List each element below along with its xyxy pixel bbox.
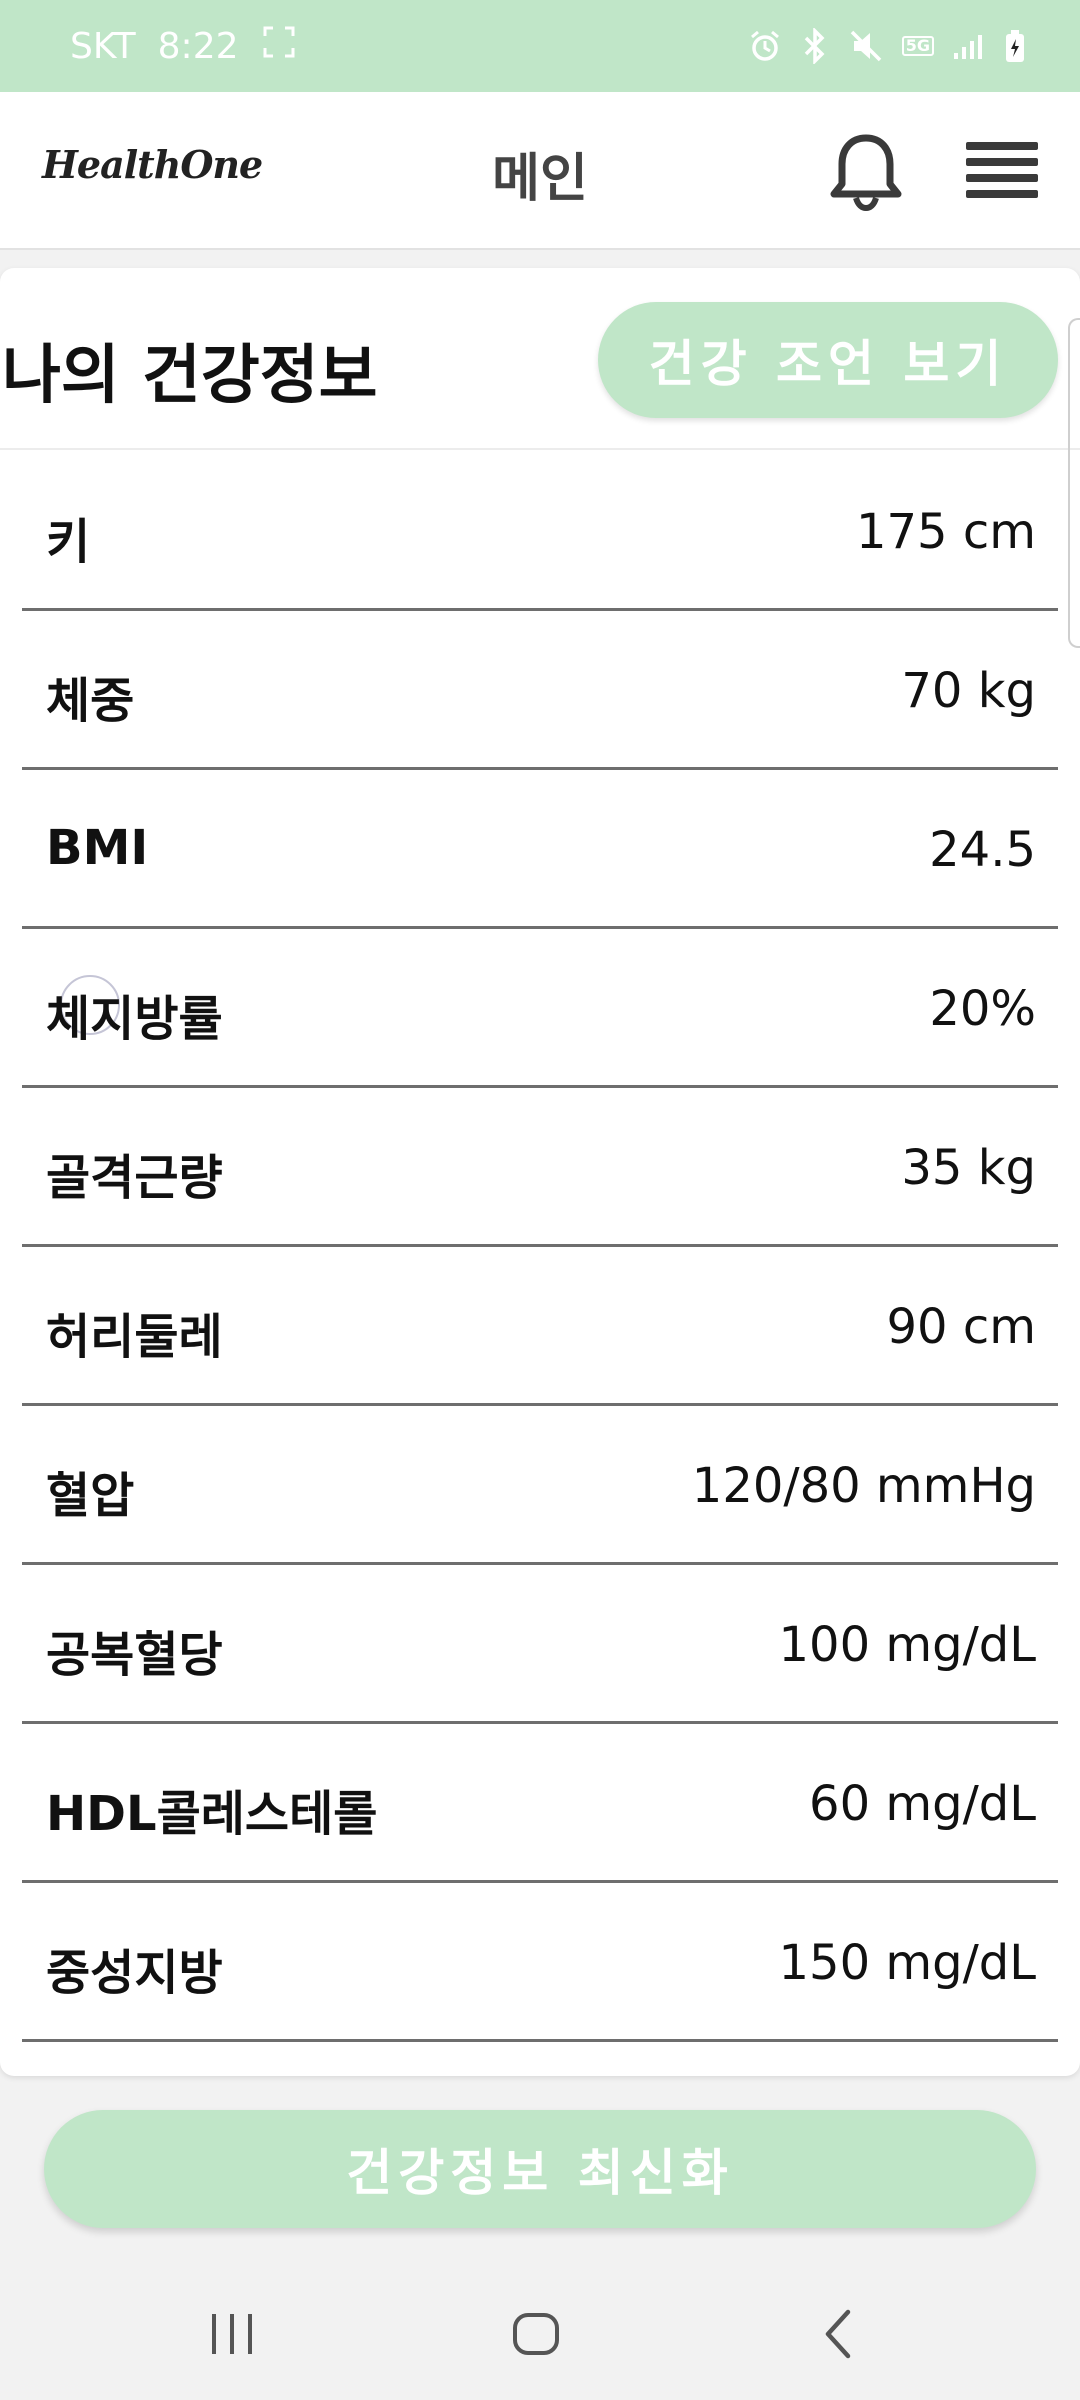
info-value: 60 mg/dL (809, 1776, 1036, 1832)
alarm-icon (748, 29, 782, 63)
info-row-blood-pressure[interactable]: 혈압 120/80 mmHg (22, 1406, 1058, 1565)
back-icon[interactable] (810, 2304, 870, 2364)
menu-line (966, 190, 1038, 198)
info-label: 체중 (46, 673, 135, 729)
bell-icon[interactable] (828, 132, 904, 212)
status-left: SKT 8:22 (70, 24, 297, 69)
screenshot-icon (261, 24, 297, 69)
home-icon[interactable] (506, 2304, 566, 2364)
info-value: 24.5 (929, 822, 1036, 878)
card-header: 나의 건강정보 건강 조언 보기 (0, 268, 1080, 648)
bluetooth-icon (800, 28, 830, 64)
network-5g-icon: 5G (901, 36, 934, 56)
info-row-bmi[interactable]: BMI 24.5 (22, 770, 1058, 929)
status-right: 5G (748, 28, 1026, 64)
health-advice-button[interactable]: 건강 조언 보기 (598, 302, 1058, 418)
info-row-fasting-glucose[interactable]: 공복혈당 100 mg/dL (22, 1565, 1058, 1724)
page-title: 메인 (492, 149, 588, 209)
info-row-triglyceride[interactable]: 중성지방 150 mg/dL (22, 1883, 1058, 2042)
info-value: 120/80 mmHg (691, 1458, 1036, 1514)
battery-icon (1004, 28, 1026, 64)
info-label: HDL콜레스테롤 (46, 1786, 378, 1842)
info-row-waist[interactable]: 허리둘레 90 cm (22, 1247, 1058, 1406)
mute-icon (848, 28, 884, 64)
recent-apps-icon[interactable] (202, 2304, 262, 2364)
info-label: 허리둘레 (46, 1309, 223, 1365)
info-row-hdl[interactable]: HDL콜레스테롤 60 mg/dL (22, 1724, 1058, 1883)
info-row-height[interactable]: 키 175 cm (22, 452, 1058, 611)
clock: 8:22 (157, 25, 239, 67)
info-label: BMI (46, 820, 149, 876)
signal-icon (952, 31, 986, 61)
info-row-weight[interactable]: 체중 70 kg (22, 611, 1058, 770)
info-value: 100 mg/dL (778, 1617, 1036, 1673)
info-label: 키 (46, 514, 91, 570)
refresh-health-info-button[interactable]: 건강정보 최신화 (44, 2110, 1036, 2228)
info-label: 혈압 (46, 1468, 135, 1524)
menu-icon[interactable] (966, 142, 1038, 198)
info-value: 175 cm (855, 504, 1036, 560)
status-bar: SKT 8:22 5G (0, 0, 1080, 92)
network-type-label: 5G (901, 36, 934, 56)
menu-line (966, 142, 1038, 150)
info-value: 35 kg (901, 1140, 1036, 1196)
info-value: 150 mg/dL (778, 1935, 1036, 1991)
info-label: 체지방률 (46, 991, 223, 1047)
carrier-label: SKT (70, 25, 136, 67)
info-value: 70 kg (901, 663, 1036, 719)
info-label: 골격근량 (46, 1150, 223, 1206)
info-value: 90 cm (886, 1299, 1036, 1355)
card-title: 나의 건강정보 (2, 339, 378, 413)
health-info-card: 나의 건강정보 건강 조언 보기 키 175 cm 체중 70 kg BMI 2… (0, 268, 1080, 2076)
info-label: 공복혈당 (46, 1627, 223, 1683)
app-header: HealthOne 메인 (0, 92, 1080, 250)
info-row-muscle-mass[interactable]: 골격근량 35 kg (22, 1088, 1058, 1247)
info-row-body-fat[interactable]: 체지방률 20% (22, 929, 1058, 1088)
menu-line (966, 158, 1038, 166)
health-info-list: 키 175 cm 체중 70 kg BMI 24.5 체지방률 20% 골격근량… (0, 452, 1080, 2042)
info-label: 중성지방 (46, 1945, 223, 2001)
system-nav-bar (0, 2262, 1080, 2400)
menu-line (966, 174, 1038, 182)
info-value: 20% (929, 981, 1036, 1037)
